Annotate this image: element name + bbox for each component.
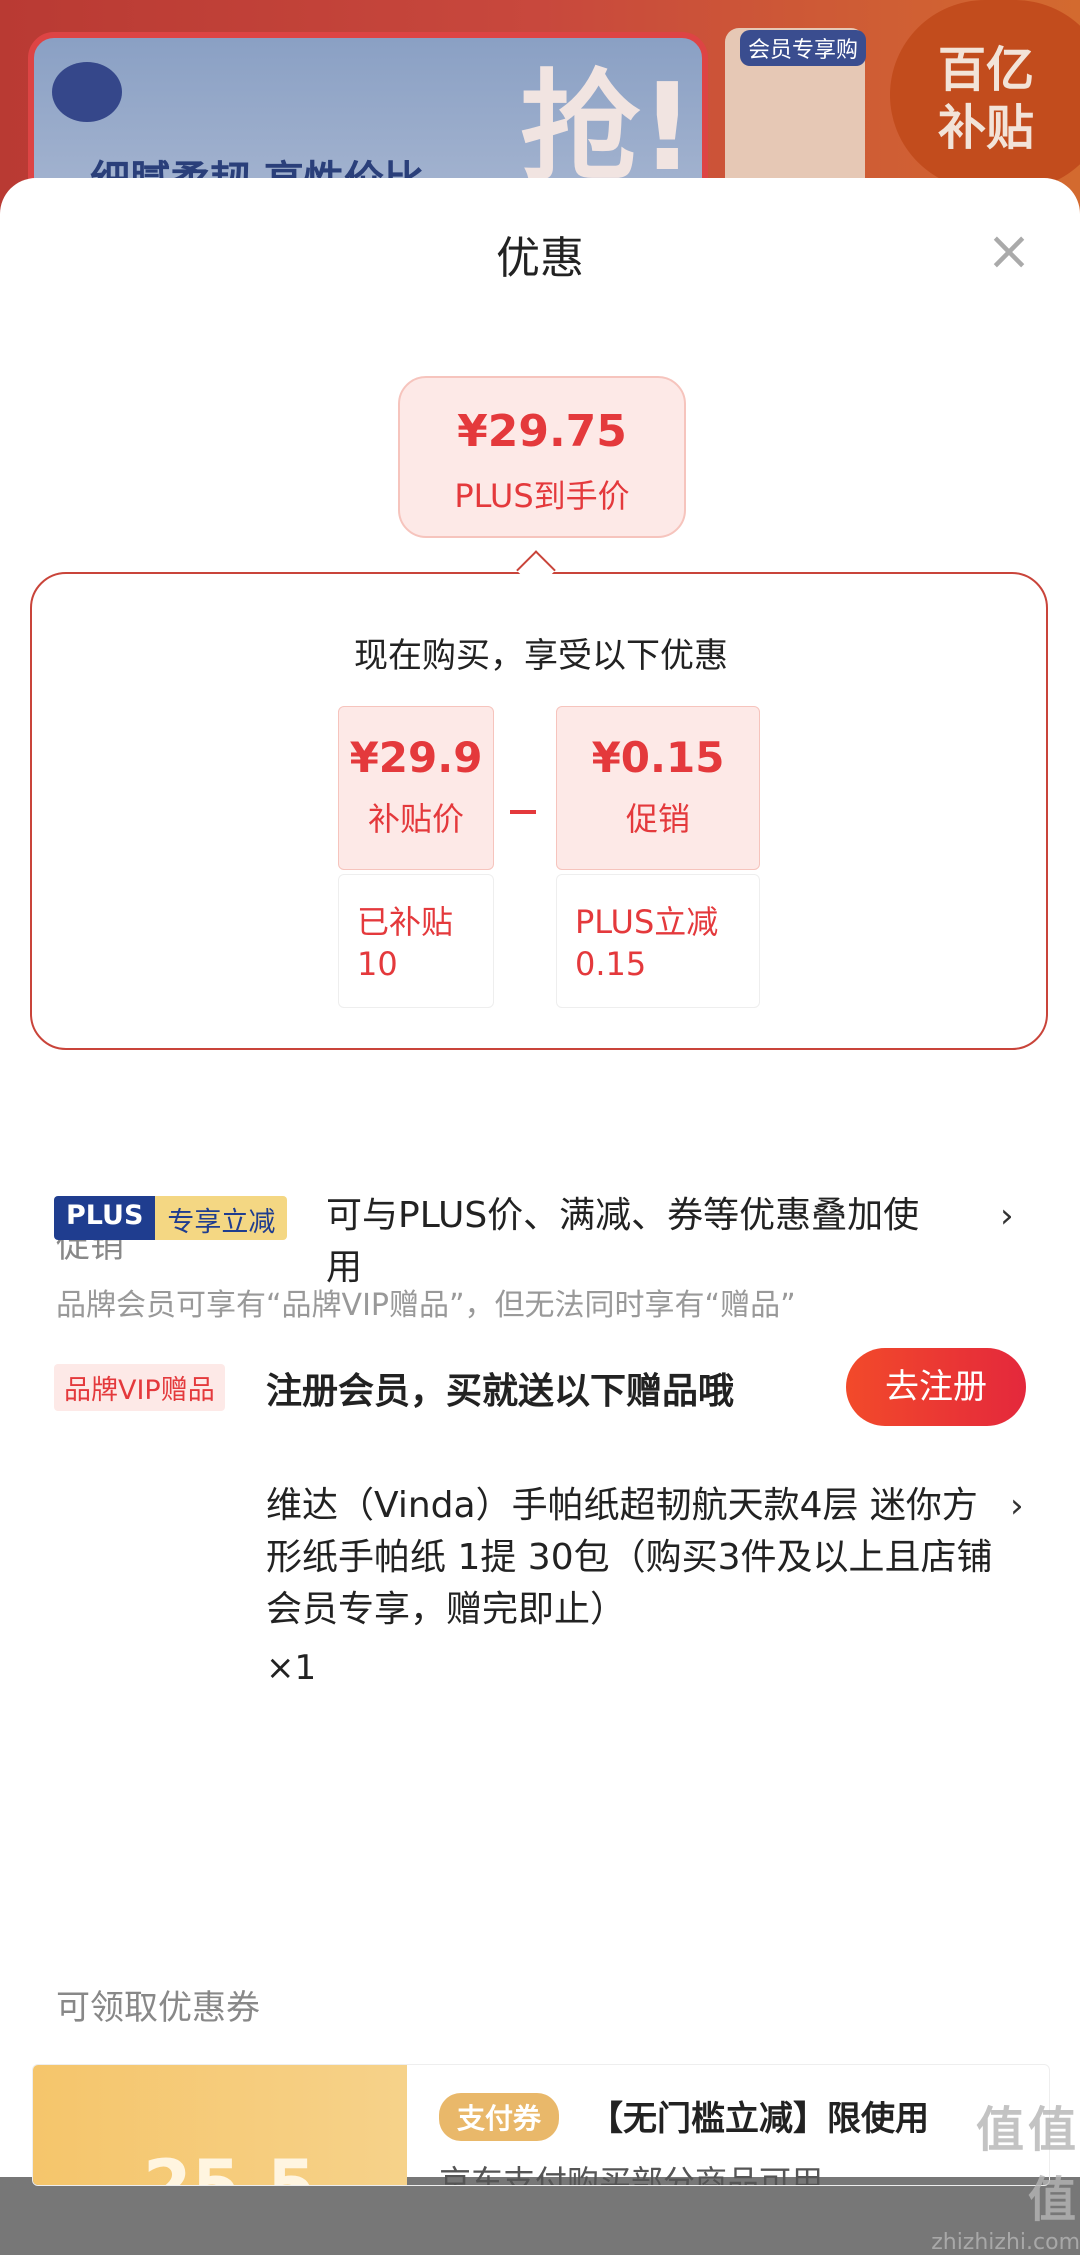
brand-vip-gift-tag: 品牌VIP赠品: [54, 1364, 225, 1411]
coupon-card[interactable]: 25.5 支付券 【无门槛立减】限使用 京东支付购买部分商品可用: [32, 2064, 1050, 2186]
coupons-title: 可领取优惠券: [56, 1988, 260, 2028]
coupon-amount: 25.5: [143, 2145, 316, 2186]
watermark: 值值值 zhizhizhi.com: [930, 2090, 1080, 2255]
final-price-value: ¥29.75: [457, 406, 627, 457]
plus-discount-tag: PLUS 专享立减: [54, 1196, 288, 1240]
gift-description[interactable]: 维达（Vinda）手帕纸超韧航天款4层 迷你方形纸手帕纸 1提 30包（购买3件…: [266, 1480, 1006, 1636]
vinda-logo: [52, 62, 122, 122]
breakdown-title: 现在购买，享受以下优惠: [354, 636, 728, 676]
minus-icon: [510, 810, 536, 814]
breakdown-item-subsidy: ¥29.9 补贴价 已补贴 10: [338, 706, 494, 1008]
plus-tag-right: 专享立减: [155, 1196, 288, 1240]
vip-gift-headline: 注册会员，买就送以下赠品哦: [266, 1371, 735, 1412]
plus-tag-left: PLUS: [54, 1196, 156, 1240]
breakdown-value: ¥29.9: [349, 733, 483, 782]
price-breakdown-box: 现在购买，享受以下优惠 ¥29.9 补贴价 已补贴 10 ¥0.15 促销 PL…: [30, 572, 1048, 1050]
breakdown-item-top: ¥0.15 促销: [556, 706, 760, 870]
watermark-logo: 值值值: [975, 2102, 1080, 2228]
background-member-label: 会员专享购: [740, 30, 867, 66]
coupon-title: 【无门槛立减】限使用: [589, 2099, 929, 2139]
coupon-subtitle: 京东支付购买部分商品可用: [439, 2163, 824, 2186]
coupon-type-tag: 支付券: [439, 2093, 560, 2141]
final-price-bubble: ¥29.75 PLUS到手价: [398, 376, 686, 538]
coupon-amount-panel: 25.5: [33, 2065, 407, 2185]
breakdown-label: 补贴价: [367, 800, 464, 838]
breakdown-detail: PLUS立减 0.15: [556, 874, 760, 1008]
final-price-label: PLUS到手价: [454, 477, 630, 515]
plus-discount-desc[interactable]: 可与PLUS价、满减、券等优惠叠加使用: [326, 1190, 946, 1294]
close-icon[interactable]: ×: [984, 224, 1034, 278]
chevron-right-icon[interactable]: ›: [1010, 1486, 1024, 1526]
gift-quantity: ×1: [266, 1648, 317, 1688]
discount-sheet: 优惠 × ¥29.75 PLUS到手价 现在购买，享受以下优惠 ¥29.9 补贴…: [0, 178, 1080, 2177]
watermark-url: zhizhizhi.com: [931, 2230, 1080, 2255]
subsidy-badge-line2: 补贴: [938, 100, 1035, 156]
breakdown-item-top: ¥29.9 补贴价: [338, 706, 494, 870]
register-button[interactable]: 去注册: [846, 1348, 1026, 1426]
breakdown-item-promotion: ¥0.15 促销 PLUS立减 0.15: [556, 706, 760, 1008]
chevron-right-icon[interactable]: ›: [1000, 1196, 1014, 1236]
breakdown-label: 促销: [625, 800, 690, 838]
sheet-title: 优惠: [496, 233, 584, 284]
breakdown-value: ¥0.15: [591, 733, 725, 782]
subsidy-badge: 百亿 补贴: [890, 0, 1080, 190]
breakdown-detail: 已补贴 10: [338, 874, 494, 1008]
